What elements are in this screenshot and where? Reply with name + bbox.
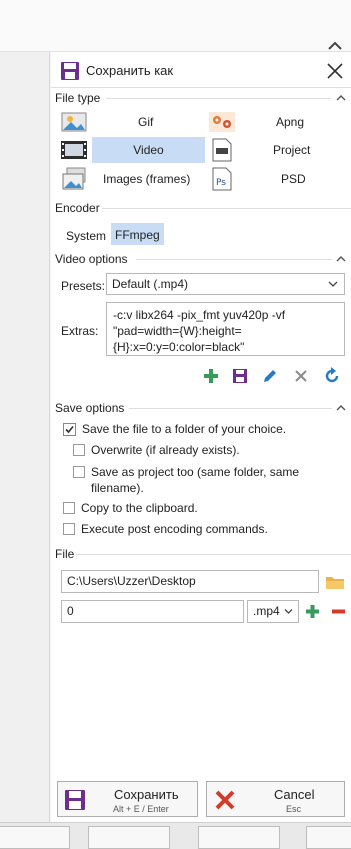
top-area [0, 0, 351, 52]
reset-icon[interactable] [323, 367, 341, 385]
checkbox-box [63, 502, 75, 514]
images-icon [62, 167, 86, 190]
save-button[interactable]: Сохранить Alt + E / Enter [57, 781, 198, 817]
file-type-project[interactable]: Project [208, 137, 348, 163]
floppy-disk-icon [65, 790, 85, 810]
left-gutter [0, 52, 50, 822]
chevron-down-icon [284, 609, 293, 614]
file-type-header: File type [55, 91, 101, 105]
tab-system[interactable]: System [62, 226, 110, 246]
tab-ffmpeg[interactable]: FFmpeg [111, 223, 164, 245]
svg-text:Ps: Ps [216, 178, 226, 188]
overwrite-checkbox[interactable]: Overwrite (if already exists). [73, 443, 240, 457]
encoder-header: Encoder [55, 201, 100, 215]
divider [129, 408, 332, 409]
close-icon[interactable] [324, 60, 346, 82]
extras-textarea[interactable]: -c:v libx264 -pix_fmt yuv420p -vf "pad=w… [106, 302, 345, 356]
divider [136, 259, 332, 260]
plus-icon[interactable] [305, 604, 320, 619]
collapse-icon[interactable] [335, 403, 347, 413]
checkbox-box [73, 444, 85, 456]
delete-preset-icon[interactable] [293, 368, 309, 384]
post-encoding-commands-checkbox[interactable]: Execute post encoding commands. [63, 522, 268, 536]
divider [102, 208, 351, 209]
file-type-gif[interactable]: Gif [60, 108, 205, 136]
file-type-video[interactable]: Video [60, 137, 205, 163]
edit-preset-icon[interactable] [262, 368, 278, 384]
window-title: Сохранить как [86, 63, 174, 78]
frame-thumbnail[interactable] [306, 826, 351, 849]
checkbox-box [63, 523, 75, 535]
cancel-x-icon [215, 790, 235, 810]
folder-path-input[interactable]: C:\Users\Uzzer\Desktop [61, 570, 319, 593]
add-preset-icon[interactable] [203, 368, 219, 384]
save-preset-icon[interactable] [232, 368, 248, 384]
save-as-project-checkbox[interactable]: Save as project too (same folder, same f… [73, 464, 338, 496]
divider [106, 98, 331, 99]
cancel-button[interactable]: Cancel Esc [206, 781, 345, 817]
save-to-folder-checkbox[interactable]: Save the file to a folder of your choice… [63, 422, 286, 436]
divider [51, 87, 351, 88]
checkbox-box [73, 466, 85, 478]
file-header: File [55, 547, 75, 561]
floppy-disk-icon [61, 62, 79, 80]
chevron-down-icon [328, 281, 338, 287]
extras-label: Extras: [61, 324, 99, 338]
film-icon [61, 141, 87, 159]
filename-input[interactable]: 0 [61, 600, 244, 623]
folder-icon[interactable] [325, 574, 345, 590]
file-type-apng[interactable]: Apng [208, 108, 348, 136]
presets-label: Presets: [61, 279, 106, 293]
collapse-icon[interactable] [335, 93, 347, 103]
file-type-psd[interactable]: Ps PSD [208, 166, 348, 192]
frame-thumbnail[interactable] [88, 826, 170, 849]
presets-select[interactable]: Default (.mp4) [106, 273, 345, 295]
image-icon [61, 112, 87, 132]
flowers-icon [209, 112, 235, 132]
project-file-icon [212, 138, 232, 162]
minus-icon[interactable] [331, 604, 346, 619]
photoshop-file-icon: Ps [212, 167, 232, 191]
copy-to-clipboard-checkbox[interactable]: Copy to the clipboard. [63, 501, 198, 515]
frame-thumbnail[interactable] [0, 826, 70, 849]
frame-thumbnail[interactable] [198, 826, 280, 849]
extension-select[interactable]: .mp4 [247, 600, 299, 623]
divider [76, 554, 351, 555]
checkbox-checked-icon [63, 422, 76, 436]
chevron-up-icon[interactable] [326, 38, 344, 52]
file-type-images-frames[interactable]: Images (frames) [60, 166, 205, 192]
save-options-header: Save options [55, 401, 125, 415]
video-options-header: Video options [55, 252, 128, 266]
collapse-icon[interactable] [335, 254, 347, 264]
